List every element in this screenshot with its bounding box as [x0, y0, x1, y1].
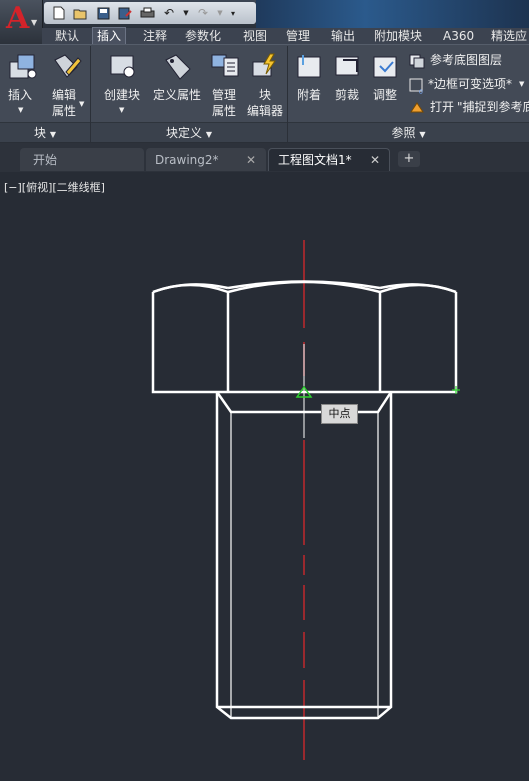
quick-access-toolbar: ↶ ▼ ↷ ▼ ▾ — [44, 2, 256, 24]
tab-a360[interactable]: A360 — [443, 28, 474, 44]
define-attribute-button[interactable]: 定义属性 — [152, 50, 204, 116]
new-tab-plus-icon[interactable]: + — [398, 151, 420, 167]
undo-icon[interactable]: ↶ — [160, 5, 178, 21]
adjust-icon — [373, 56, 397, 78]
insert-block-icon — [9, 54, 37, 79]
save-as-icon[interactable] — [116, 5, 134, 21]
redo-icon[interactable]: ↷ — [194, 5, 212, 21]
svg-text:0: 0 — [419, 89, 423, 95]
chevron-down-icon: ▼ — [419, 130, 426, 139]
chevron-down-icon: ▼ — [18, 106, 24, 114]
tab-default[interactable]: 默认 — [55, 28, 79, 44]
underlay-layers-button[interactable]: 参考底图图层 — [408, 52, 529, 70]
close-icon[interactable]: ✕ — [246, 149, 256, 171]
create-block-button[interactable]: 创建块 ▼ — [100, 50, 144, 116]
manage-attributes-button[interactable]: 管理 属性 — [206, 50, 244, 120]
adjust-button[interactable]: 调整 — [368, 50, 404, 116]
layers-icon — [409, 54, 425, 69]
chevron-down-icon: ▼ — [119, 106, 125, 114]
chevron-down-icon: ▼ — [49, 130, 56, 139]
title-background — [256, 0, 529, 28]
clip-icon — [335, 56, 359, 76]
tag-icon — [165, 54, 191, 80]
edit-attribute-icon — [54, 54, 82, 78]
block-editor-button[interactable]: 块 编辑器 — [246, 50, 286, 120]
panel-title-block-definition[interactable]: 块定义 ▼ — [91, 122, 287, 142]
manage-attributes-icon — [211, 54, 239, 77]
tab-view[interactable]: 视图 — [243, 28, 267, 44]
chevron-down-icon[interactable]: ▼ — [182, 5, 190, 21]
autocad-logo-icon: A — [6, 1, 30, 36]
insert-button[interactable]: 插入 ▼ — [4, 50, 42, 116]
close-icon[interactable]: ✕ — [370, 149, 380, 171]
panel-title-reference[interactable]: 参照 ▼ — [288, 122, 529, 142]
save-icon[interactable] — [94, 5, 112, 21]
block-editor-icon — [252, 53, 276, 77]
tab-annotate[interactable]: 注释 — [143, 28, 167, 44]
chevron-down-icon: ▼ — [205, 130, 212, 139]
tab-addins[interactable]: 附加模块 — [374, 28, 422, 44]
chevron-down-icon: ▼ — [31, 18, 38, 27]
tab-output[interactable]: 输出 — [331, 28, 355, 44]
tab-parametric[interactable]: 参数化 — [185, 28, 221, 44]
chevron-down-icon[interactable]: ▼ — [216, 5, 224, 21]
customize-icon[interactable]: ▾ — [228, 5, 238, 21]
new-icon[interactable] — [50, 5, 68, 21]
snap-tooltip: 中点 — [321, 404, 358, 424]
attach-button[interactable]: 附着 — [292, 50, 328, 116]
frame-variable-dropdown[interactable]: 0 *边框可变选项* ▼ — [408, 76, 529, 95]
snap-icon — [410, 102, 424, 113]
application-menu-button[interactable]: A ▼ — [0, 0, 43, 44]
tab-manage[interactable]: 管理 — [286, 28, 310, 44]
chevron-down-icon: ▼ — [79, 100, 85, 108]
edit-attribute-button[interactable]: 编辑 属性 ▼ — [46, 50, 88, 120]
open-icon[interactable] — [72, 5, 90, 21]
frame-icon: 0 — [409, 78, 423, 95]
create-block-icon — [110, 55, 135, 78]
print-icon[interactable] — [138, 5, 156, 21]
clip-button[interactable]: 剪裁 — [330, 50, 366, 116]
tab-insert[interactable]: 插入 — [92, 27, 127, 45]
chevron-down-icon: ▼ — [519, 80, 525, 88]
tab-featured-apps[interactable]: 精选应 — [491, 28, 527, 44]
snap-to-underlay-button[interactable]: 打开 "捕捉到参考底 — [408, 99, 529, 117]
bolt-drawing — [151, 240, 460, 760]
attach-icon — [297, 55, 321, 78]
panel-title-block[interactable]: 块 ▼ — [0, 122, 90, 142]
